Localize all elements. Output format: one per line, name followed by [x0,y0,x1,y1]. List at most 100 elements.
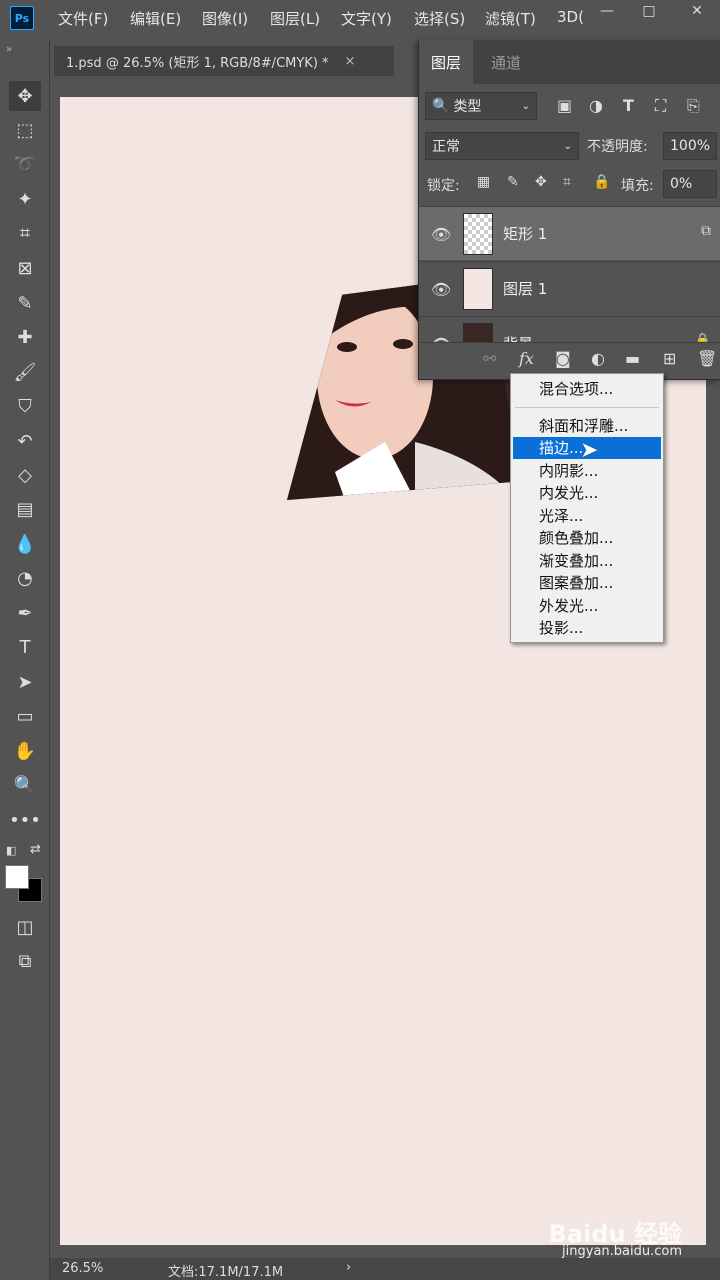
blend-mode-value: 正常 [432,139,460,155]
lock-image-icon[interactable]: ✎ [507,174,519,190]
move-tool-icon[interactable]: ✥ [9,81,41,111]
lock-all-icon[interactable]: 🔒 [593,174,610,190]
pen-tool-icon[interactable]: ✒ [9,598,41,628]
stamp-tool-icon[interactable]: ⛉ [9,391,41,421]
menu-inner-shadow[interactable]: 内阴影... [513,460,661,482]
filter-smart-object-icon[interactable]: ⎘ [687,96,700,116]
link-layers-icon[interactable]: ⚯ [483,349,496,368]
history-brush-icon[interactable]: ↶ [9,426,41,456]
menu-satin[interactable]: 光泽... [513,505,661,527]
filter-shape-icon[interactable]: ⛶ [655,96,666,116]
menu-layer[interactable]: 图层(L) [270,8,320,29]
delete-layer-icon[interactable]: 🗑 [697,349,717,368]
filter-kind-value: 类型 [453,99,482,115]
lasso-tool-icon[interactable]: ➰ [9,149,41,179]
more-tools-icon[interactable]: ••• [9,805,41,835]
adjustment-layer-icon[interactable]: ◐ [591,349,605,368]
rectangle-tool-icon[interactable]: ▭ [9,701,41,731]
zoom-level[interactable]: 26.5% [62,1261,103,1276]
healing-tool-icon[interactable]: ✚ [9,322,41,352]
menu-filter[interactable]: 滤镜(T) [485,8,536,29]
menu-gradient-overlay[interactable]: 渐变叠加... [513,550,661,572]
eraser-tool-icon[interactable]: ◇ [9,460,41,490]
visibility-eye-icon[interactable]: 👁 [431,335,451,342]
filter-type-icon[interactable]: T [623,96,634,115]
menu-color-overlay[interactable]: 颜色叠加... [513,527,661,549]
close-window-button[interactable]: ✕ [674,0,720,22]
new-group-icon[interactable]: ▬ [625,349,640,368]
opacity-field[interactable]: 100% [663,132,717,160]
layer-name[interactable]: 图层 1 [503,278,547,299]
menu-3d[interactable]: 3D( [557,8,584,26]
type-tool-icon[interactable]: T [9,632,41,662]
minimize-button[interactable]: — [584,0,630,22]
magic-wand-tool-icon[interactable]: ✦ [9,184,41,214]
foreground-color-swatch[interactable] [5,865,29,889]
status-bar: 26.5% 文档:17.1M/17.1M › [50,1258,720,1280]
lock-transparent-icon[interactable]: ▦ [477,174,490,190]
gradient-tool-icon[interactable]: ▤ [9,494,41,524]
fx-icon[interactable]: fx [519,349,534,368]
visibility-eye-icon[interactable]: 👁 [431,225,451,244]
blur-tool-icon[interactable]: 💧 [9,529,41,559]
quick-mask-icon[interactable]: ◫ [9,912,41,942]
eyedropper-tool-icon[interactable]: ✎ [9,288,41,318]
maximize-button[interactable]: □ [626,0,672,22]
smart-object-icon: ⧉ [701,223,711,239]
layer-name[interactable]: 背景 [503,333,533,342]
path-select-tool-icon[interactable]: ➤ [9,667,41,697]
screen-mode-icon[interactable]: ⧉ [9,946,41,976]
menu-blending-options[interactable]: 混合选项... [513,378,661,400]
menu-type[interactable]: 文字(Y) [341,8,392,29]
filter-kind-select[interactable]: 🔍 类型 ⌄ [425,92,537,120]
chevron-down-icon: ⌄ [521,100,530,112]
blend-mode-select[interactable]: 正常 ⌄ [425,132,579,160]
visibility-eye-icon[interactable]: 👁 [431,280,451,299]
lock-artboard-icon[interactable]: ⌗ [563,174,571,190]
layer-row-rectangle[interactable]: 👁 矩形 1 ⧉ [419,206,720,260]
layer-thumbnail [463,323,493,342]
menu-outer-glow[interactable]: 外发光... [513,595,661,617]
menu-image[interactable]: 图像(I) [202,8,248,29]
panel-tab-bar: 图层 通道 [419,40,720,84]
new-layer-icon[interactable]: ⊞ [663,349,676,368]
layer-row-layer1[interactable]: 👁 图层 1 [419,261,720,315]
tab-layers[interactable]: 图层 [419,40,474,84]
lock-label: 锁定: [427,178,460,194]
tab-channels[interactable]: 通道 [479,40,533,84]
baidu-watermark-url: jingyan.baidu.com [562,1244,682,1259]
marquee-tool-icon[interactable]: ⬚ [9,115,41,145]
chevron-down-icon: ⌄ [563,140,572,152]
status-menu-arrow[interactable]: › [346,1260,351,1275]
document-size: 文档:17.1M/17.1M [168,1265,284,1280]
layer-thumbnail [463,213,493,255]
menu-drop-shadow[interactable]: 投影... [513,617,661,639]
layer-name[interactable]: 矩形 1 [503,223,547,244]
photoshop-logo: Ps [10,6,34,30]
document-tab[interactable]: 1.psd @ 26.5% (矩形 1, RGB/8#/CMYK) * × [54,46,394,76]
menu-pattern-overlay[interactable]: 图案叠加... [513,572,661,594]
mouse-cursor-icon: ➤ [580,438,599,463]
crop-tool-icon[interactable]: ⌗ [9,218,41,248]
brush-tool-icon[interactable]: 🖌 [9,357,41,387]
fill-field[interactable]: 0% [663,170,717,198]
close-tab-icon[interactable]: × [345,54,356,69]
lock-position-icon[interactable]: ✥ [535,174,547,190]
layer-row-background[interactable]: 👁 背景 🔒 [419,316,720,342]
menu-inner-glow[interactable]: 内发光... [513,482,661,504]
menu-file[interactable]: 文件(F) [58,8,108,29]
filter-adjustment-icon[interactable]: ◑ [589,96,603,115]
add-mask-icon[interactable]: ◙ [555,349,571,368]
swap-colors-icon[interactable]: ⇄ [30,842,41,857]
menu-select[interactable]: 选择(S) [414,8,465,29]
dodge-tool-icon[interactable]: ◔ [9,563,41,593]
default-colors-icon[interactable]: ◧ [6,844,16,857]
filter-pixel-icon[interactable]: ▣ [557,96,572,115]
hand-tool-icon[interactable]: ✋ [9,736,41,766]
menu-edit[interactable]: 编辑(E) [130,8,181,29]
menu-bevel-emboss[interactable]: 斜面和浮雕... [513,415,661,437]
collapse-icon[interactable]: » [6,44,12,55]
frame-tool-icon[interactable]: ⊠ [9,253,41,283]
zoom-tool-icon[interactable]: 🔍 [9,770,41,800]
document-title: 1.psd @ 26.5% (矩形 1, RGB/8#/CMYK) * [66,55,329,71]
